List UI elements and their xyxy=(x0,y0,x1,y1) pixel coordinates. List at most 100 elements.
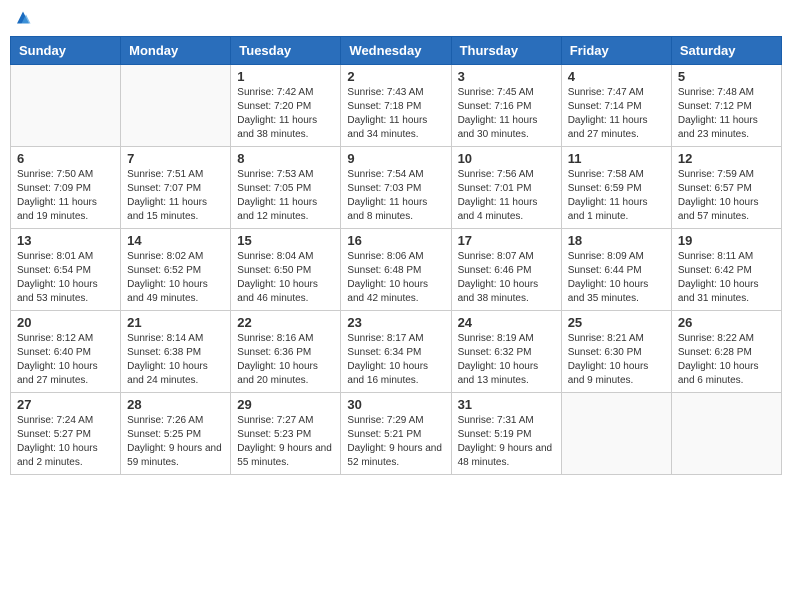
day-detail: Sunrise: 7:26 AM Sunset: 5:25 PM Dayligh… xyxy=(127,414,224,470)
day-number: 29 xyxy=(237,397,334,412)
day-detail: Sunrise: 8:12 AM Sunset: 6:40 PM Dayligh… xyxy=(17,332,114,388)
calendar-cell: 14 Sunrise: 8:02 AM Sunset: 6:52 PM Dayli… xyxy=(121,229,231,311)
calendar-cell: 18 Sunrise: 8:09 AM Sunset: 6:44 PM Dayli… xyxy=(561,229,671,311)
day-number: 2 xyxy=(347,69,444,84)
calendar-cell: 21 Sunrise: 8:14 AM Sunset: 6:38 PM Dayli… xyxy=(121,311,231,393)
day-number: 19 xyxy=(678,233,775,248)
day-number: 5 xyxy=(678,69,775,84)
day-number: 8 xyxy=(237,151,334,166)
day-detail: Sunrise: 8:09 AM Sunset: 6:44 PM Dayligh… xyxy=(568,250,665,306)
day-number: 25 xyxy=(568,315,665,330)
day-detail: Sunrise: 7:45 AM Sunset: 7:16 PM Dayligh… xyxy=(458,86,555,142)
calendar-cell xyxy=(561,393,671,475)
calendar-cell: 30Sunrise: 7:29 AM Sunset: 5:21 PM Dayli… xyxy=(341,393,451,475)
calendar-cell: 17 Sunrise: 8:07 AM Sunset: 6:46 PM Dayli… xyxy=(451,229,561,311)
calendar-cell: 24 Sunrise: 8:19 AM Sunset: 6:32 PM Dayli… xyxy=(451,311,561,393)
day-detail: Sunrise: 7:59 AM Sunset: 6:57 PM Dayligh… xyxy=(678,168,775,224)
day-detail: Sunrise: 7:42 AM Sunset: 7:20 PM Dayligh… xyxy=(237,86,334,142)
day-number: 16 xyxy=(347,233,444,248)
calendar-cell: 20 Sunrise: 8:12 AM Sunset: 6:40 PM Dayli… xyxy=(11,311,121,393)
calendar-cell: 16Sunrise: 8:06 AM Sunset: 6:48 PM Dayli… xyxy=(341,229,451,311)
day-detail: Sunrise: 7:47 AM Sunset: 7:14 PM Dayligh… xyxy=(568,86,665,142)
day-number: 21 xyxy=(127,315,224,330)
page-header xyxy=(10,10,782,28)
calendar-cell: 3 Sunrise: 7:45 AM Sunset: 7:16 PM Daylig… xyxy=(451,65,561,147)
weekday-header-sunday: Sunday xyxy=(11,37,121,65)
calendar-cell: 31 Sunrise: 7:31 AM Sunset: 5:19 PM Dayli… xyxy=(451,393,561,475)
day-number: 28 xyxy=(127,397,224,412)
day-number: 13 xyxy=(17,233,114,248)
calendar-cell: 12 Sunrise: 7:59 AM Sunset: 6:57 PM Dayli… xyxy=(671,147,781,229)
calendar-cell: 2 Sunrise: 7:43 AM Sunset: 7:18 PM Daylig… xyxy=(341,65,451,147)
day-number: 23 xyxy=(347,315,444,330)
day-detail: Sunrise: 7:48 AM Sunset: 7:12 PM Dayligh… xyxy=(678,86,775,142)
calendar-cell: 26 Sunrise: 8:22 AM Sunset: 6:28 PM Dayli… xyxy=(671,311,781,393)
weekday-header-thursday: Thursday xyxy=(451,37,561,65)
day-detail: Sunrise: 7:50 AM Sunset: 7:09 PM Dayligh… xyxy=(17,168,114,224)
day-detail: Sunrise: 8:07 AM Sunset: 6:46 PM Dayligh… xyxy=(458,250,555,306)
day-detail: Sunrise: 7:31 AM Sunset: 5:19 PM Dayligh… xyxy=(458,414,555,470)
day-number: 17 xyxy=(458,233,555,248)
day-number: 20 xyxy=(17,315,114,330)
calendar-header-row: SundayMondayTuesdayWednesdayThursdayFrid… xyxy=(11,37,782,65)
calendar-cell: 4 Sunrise: 7:47 AM Sunset: 7:14 PM Daylig… xyxy=(561,65,671,147)
day-detail: Sunrise: 8:19 AM Sunset: 6:32 PM Dayligh… xyxy=(458,332,555,388)
day-detail: Sunrise: 8:16 AM Sunset: 6:36 PM Dayligh… xyxy=(237,332,334,388)
calendar-cell xyxy=(11,65,121,147)
calendar-cell: 28 Sunrise: 7:26 AM Sunset: 5:25 PM Dayli… xyxy=(121,393,231,475)
day-detail: Sunrise: 8:17 AM Sunset: 6:34 PM Dayligh… xyxy=(347,332,444,388)
day-detail: Sunrise: 7:43 AM Sunset: 7:18 PM Dayligh… xyxy=(347,86,444,142)
weekday-header-monday: Monday xyxy=(121,37,231,65)
calendar-cell: 6 Sunrise: 7:50 AM Sunset: 7:09 PM Daylig… xyxy=(11,147,121,229)
logo-icon xyxy=(14,10,32,28)
calendar-cell: 1 Sunrise: 7:42 AM Sunset: 7:20 PM Daylig… xyxy=(231,65,341,147)
calendar-cell: 22 Sunrise: 8:16 AM Sunset: 6:36 PM Dayli… xyxy=(231,311,341,393)
calendar-cell: 10 Sunrise: 7:56 AM Sunset: 7:01 PM Dayli… xyxy=(451,147,561,229)
calendar-cell: 13 Sunrise: 8:01 AM Sunset: 6:54 PM Dayli… xyxy=(11,229,121,311)
weekday-header-friday: Friday xyxy=(561,37,671,65)
calendar-cell: 19 Sunrise: 8:11 AM Sunset: 6:42 PM Dayli… xyxy=(671,229,781,311)
day-number: 11 xyxy=(568,151,665,166)
day-detail: Sunrise: 8:14 AM Sunset: 6:38 PM Dayligh… xyxy=(127,332,224,388)
day-number: 12 xyxy=(678,151,775,166)
logo xyxy=(14,10,34,28)
calendar-cell: 11 Sunrise: 7:58 AM Sunset: 6:59 PM Dayli… xyxy=(561,147,671,229)
day-number: 22 xyxy=(237,315,334,330)
day-number: 1 xyxy=(237,69,334,84)
calendar-cell xyxy=(671,393,781,475)
calendar-table: SundayMondayTuesdayWednesdayThursdayFrid… xyxy=(10,36,782,475)
day-detail: Sunrise: 7:58 AM Sunset: 6:59 PM Dayligh… xyxy=(568,168,665,224)
calendar-cell: 27Sunrise: 7:24 AM Sunset: 5:27 PM Dayli… xyxy=(11,393,121,475)
calendar-week-row: 27Sunrise: 7:24 AM Sunset: 5:27 PM Dayli… xyxy=(11,393,782,475)
calendar-week-row: 6 Sunrise: 7:50 AM Sunset: 7:09 PM Daylig… xyxy=(11,147,782,229)
day-number: 26 xyxy=(678,315,775,330)
calendar-week-row: 1 Sunrise: 7:42 AM Sunset: 7:20 PM Daylig… xyxy=(11,65,782,147)
day-detail: Sunrise: 8:22 AM Sunset: 6:28 PM Dayligh… xyxy=(678,332,775,388)
day-number: 14 xyxy=(127,233,224,248)
day-number: 6 xyxy=(17,151,114,166)
day-detail: Sunrise: 7:53 AM Sunset: 7:05 PM Dayligh… xyxy=(237,168,334,224)
day-detail: Sunrise: 8:11 AM Sunset: 6:42 PM Dayligh… xyxy=(678,250,775,306)
day-detail: Sunrise: 8:04 AM Sunset: 6:50 PM Dayligh… xyxy=(237,250,334,306)
calendar-cell: 29 Sunrise: 7:27 AM Sunset: 5:23 PM Dayli… xyxy=(231,393,341,475)
day-number: 9 xyxy=(347,151,444,166)
day-number: 3 xyxy=(458,69,555,84)
day-detail: Sunrise: 7:27 AM Sunset: 5:23 PM Dayligh… xyxy=(237,414,334,470)
day-detail: Sunrise: 8:21 AM Sunset: 6:30 PM Dayligh… xyxy=(568,332,665,388)
day-number: 15 xyxy=(237,233,334,248)
day-number: 24 xyxy=(458,315,555,330)
day-number: 30 xyxy=(347,397,444,412)
day-number: 18 xyxy=(568,233,665,248)
weekday-header-wednesday: Wednesday xyxy=(341,37,451,65)
day-number: 10 xyxy=(458,151,555,166)
day-detail: Sunrise: 7:56 AM Sunset: 7:01 PM Dayligh… xyxy=(458,168,555,224)
day-detail: Sunrise: 7:24 AM Sunset: 5:27 PM Dayligh… xyxy=(17,414,114,470)
calendar-cell: 8 Sunrise: 7:53 AM Sunset: 7:05 PM Daylig… xyxy=(231,147,341,229)
day-detail: Sunrise: 7:54 AM Sunset: 7:03 PM Dayligh… xyxy=(347,168,444,224)
day-number: 4 xyxy=(568,69,665,84)
day-detail: Sunrise: 8:01 AM Sunset: 6:54 PM Dayligh… xyxy=(17,250,114,306)
calendar-week-row: 20 Sunrise: 8:12 AM Sunset: 6:40 PM Dayli… xyxy=(11,311,782,393)
day-number: 7 xyxy=(127,151,224,166)
day-detail: Sunrise: 8:02 AM Sunset: 6:52 PM Dayligh… xyxy=(127,250,224,306)
day-number: 31 xyxy=(458,397,555,412)
